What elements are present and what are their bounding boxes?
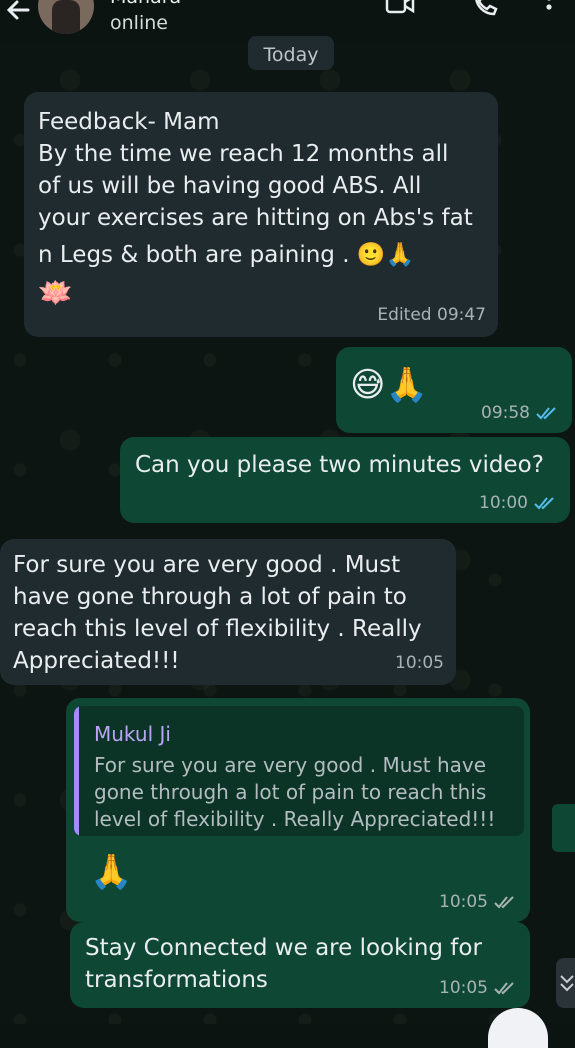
quote-line: level of flexibility . Really Appreciate… xyxy=(94,807,496,831)
message-time: 09:58 xyxy=(481,403,530,423)
date-chip: Today xyxy=(248,36,334,70)
message-meta: Edited 09:47 xyxy=(377,305,486,325)
message-meta: 10:00 xyxy=(479,493,556,513)
message-time: 10:05 xyxy=(439,892,488,912)
delivered-icon xyxy=(494,896,514,909)
read-receipt-icon xyxy=(536,407,556,420)
message-line: By the time we reach 12 months all xyxy=(38,141,449,167)
message-meta: 10:05 xyxy=(439,978,516,998)
incoming-message[interactable]: Feedback- Mam By the time we reach 12 mo… xyxy=(24,92,498,337)
message-meta: 09:58 xyxy=(481,403,558,423)
emoji-content: 🙏 xyxy=(90,852,133,892)
emoji-content: 😅🙏 xyxy=(350,365,428,405)
quote-line: gone through a lot of pain to reach this xyxy=(94,780,487,804)
outgoing-message[interactable]: 😅🙏 09:58 xyxy=(336,347,572,433)
message-line: of us will be having good ABS. All xyxy=(38,173,422,199)
message-line: transformations xyxy=(85,967,268,993)
partial-message-edge xyxy=(552,804,575,852)
outgoing-message[interactable]: Can you please two minutes video? 10:00 xyxy=(120,437,570,523)
message-time: 10:00 xyxy=(479,493,528,513)
contact-status: online xyxy=(110,12,168,34)
message-text: Can you please two minutes video? xyxy=(135,452,544,478)
message-line: Feedback- Mam xyxy=(38,109,220,135)
avatar[interactable] xyxy=(38,0,94,34)
more-vert-icon[interactable] xyxy=(542,0,556,18)
incoming-message[interactable]: For sure you are very good . Must have g… xyxy=(0,539,456,685)
message-line: reach this level of flexibility . Really xyxy=(13,616,422,642)
quote-line: For sure you are very good . Must have xyxy=(94,753,487,777)
message-line: your exercises are hitting on Abs's fat xyxy=(38,205,473,231)
contact-name[interactable]: Manara xyxy=(110,0,181,8)
read-receipt-icon xyxy=(534,497,554,510)
message-time: 10:05 xyxy=(395,653,444,673)
message-line: Stay Connected we are looking for xyxy=(85,935,482,961)
scroll-down-icon[interactable] xyxy=(556,958,575,1008)
outgoing-message[interactable]: Stay Connected we are looking for transf… xyxy=(70,922,530,1008)
message-time: 10:05 xyxy=(439,978,488,998)
delivered-icon xyxy=(494,982,514,995)
quote-author: Mukul Ji xyxy=(94,722,171,746)
phone-icon[interactable] xyxy=(470,0,500,18)
quote-bar xyxy=(74,706,79,836)
message-meta: 10:05 xyxy=(439,892,516,912)
message-line: n Legs & both are paining . 🙂🙏 xyxy=(38,242,415,268)
message-line: Appreciated!!! xyxy=(13,648,180,674)
outgoing-reply-message[interactable]: Mukul Ji For sure you are very good . Mu… xyxy=(66,698,530,922)
quoted-message[interactable]: Mukul Ji For sure you are very good . Mu… xyxy=(74,706,524,836)
video-call-icon[interactable] xyxy=(385,0,415,18)
message-line: For sure you are very good . Must xyxy=(13,552,401,578)
message-line: have gone through a lot of pain to xyxy=(13,584,407,610)
back-arrow-icon[interactable] xyxy=(2,0,34,26)
